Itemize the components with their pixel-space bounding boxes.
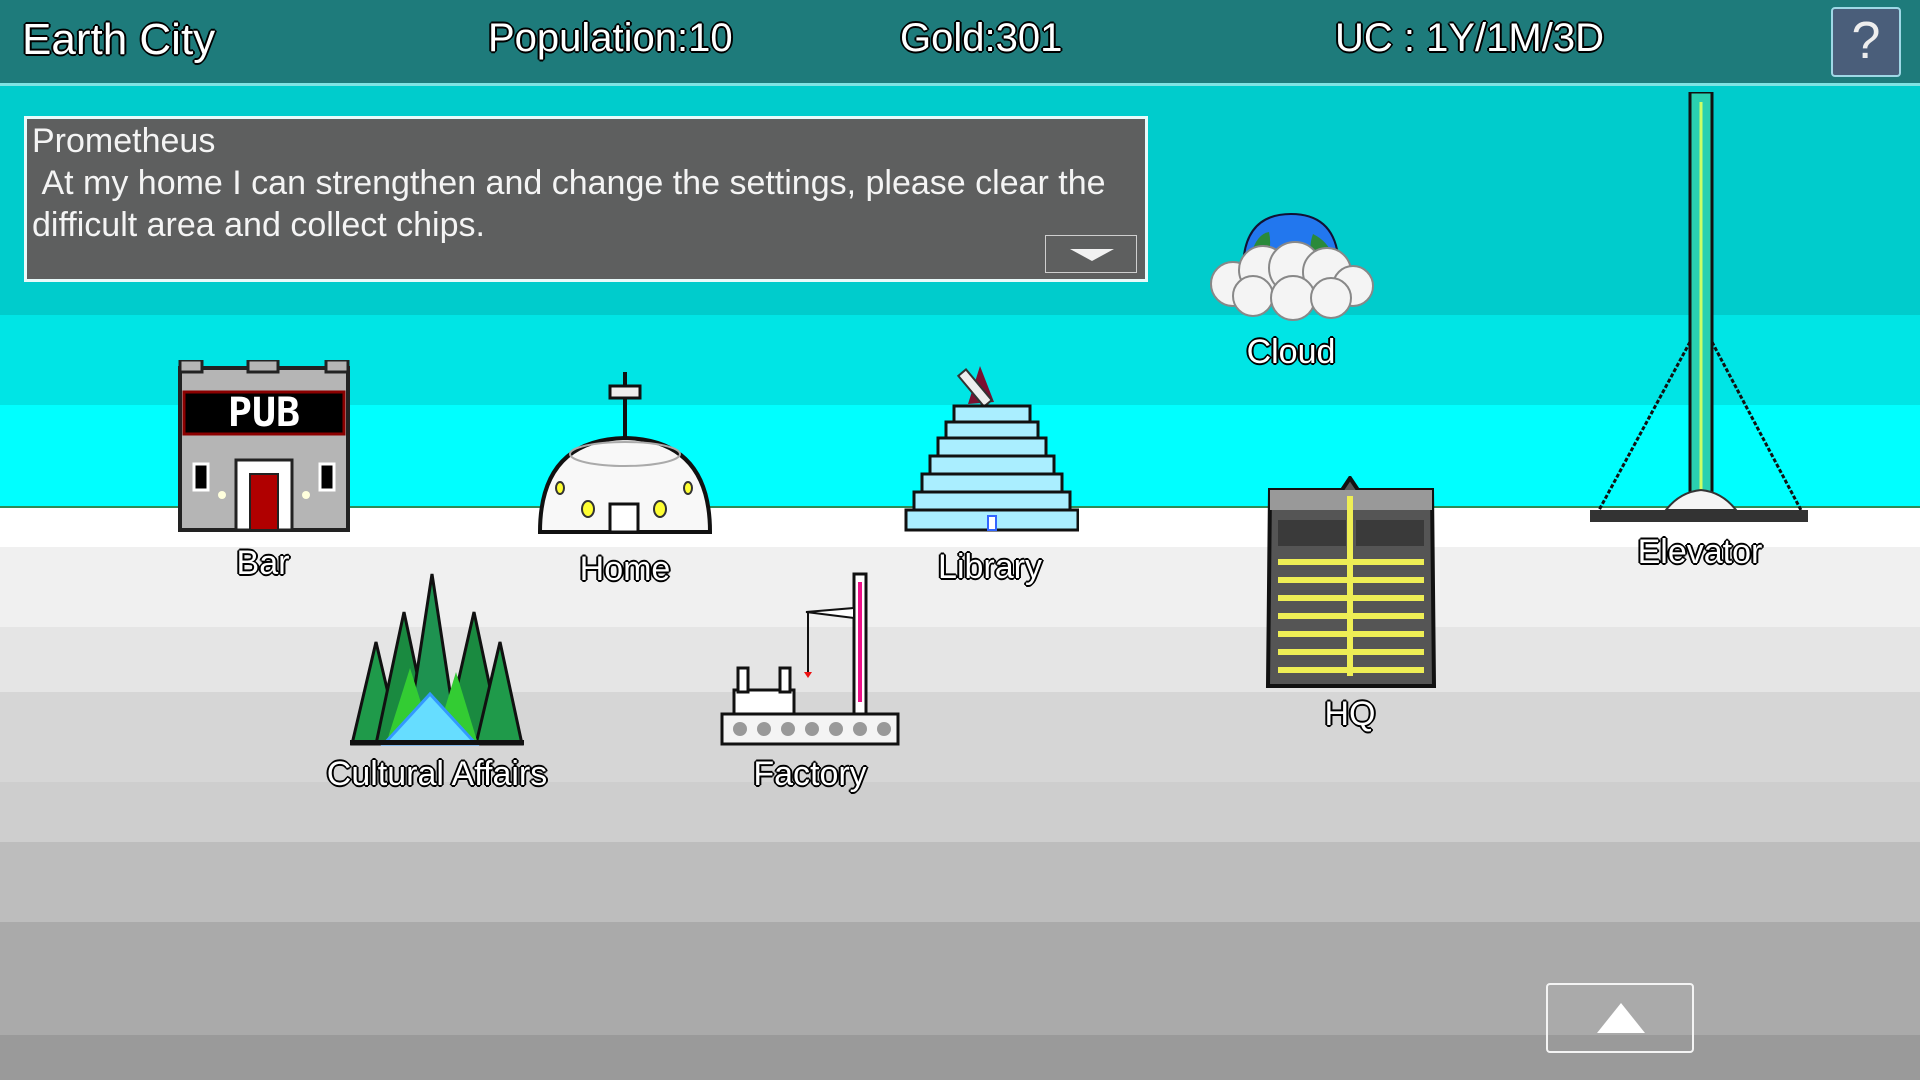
pub-sign-text: PUB bbox=[228, 390, 300, 436]
building-bar[interactable]: PUB Bar bbox=[178, 358, 353, 590]
crane-factory-icon bbox=[720, 572, 900, 746]
scroll-up-button[interactable] bbox=[1546, 983, 1694, 1053]
building-home[interactable]: Home bbox=[536, 372, 716, 592]
population-counter: Population:10 bbox=[488, 16, 733, 60]
ground-band-4 bbox=[0, 692, 1920, 782]
calendar-date: UC : 1Y/1M/3D bbox=[1335, 16, 1604, 60]
building-label-factory: Factory bbox=[753, 755, 867, 793]
question-mark-icon: ? bbox=[1851, 12, 1881, 70]
building-label-library: Library bbox=[938, 548, 1042, 586]
circuit-board-hq-icon bbox=[1265, 474, 1437, 688]
dialog-box[interactable]: Prometheus At my home I can strengthen a… bbox=[24, 116, 1148, 282]
building-factory[interactable]: Factory bbox=[718, 572, 903, 797]
pub-building-icon: PUB bbox=[178, 358, 350, 532]
ground-band-6 bbox=[0, 842, 1920, 922]
globe-on-cloud-icon bbox=[1210, 212, 1374, 321]
building-elevator[interactable]: Elevator bbox=[1590, 90, 1810, 572]
ground-band-3 bbox=[0, 627, 1920, 692]
building-label-hq: HQ bbox=[1324, 695, 1376, 733]
forest-pyramid-icon bbox=[350, 573, 524, 746]
building-label-cultural-affairs: Cultural Affairs bbox=[326, 755, 548, 793]
ground-band-5 bbox=[0, 782, 1920, 842]
space-elevator-tower-icon bbox=[1590, 90, 1808, 522]
building-label-bar: Bar bbox=[236, 544, 290, 582]
city-name: Earth City bbox=[22, 15, 216, 64]
dialog-speaker: Prometheus bbox=[32, 122, 216, 160]
help-button[interactable]: ? bbox=[1831, 7, 1901, 77]
top-bar: Earth City Population:10 Gold:301 UC : 1… bbox=[0, 0, 1920, 86]
gold-counter: Gold:301 bbox=[900, 16, 1063, 60]
building-label-elevator: Elevator bbox=[1637, 533, 1763, 571]
dome-house-icon bbox=[537, 372, 713, 534]
building-hq[interactable]: HQ bbox=[1264, 474, 1439, 741]
building-label-cloud: Cloud bbox=[1246, 333, 1336, 371]
dialog-next-button[interactable] bbox=[1045, 235, 1137, 273]
stepped-pyramid-library-icon bbox=[904, 366, 1080, 532]
building-cultural-affairs[interactable]: Cultural Affairs bbox=[316, 572, 561, 797]
dialog-message: At my home I can strengthen and change t… bbox=[32, 164, 1115, 244]
building-library[interactable]: Library bbox=[904, 362, 1080, 592]
building-cloud[interactable]: Cloud bbox=[1203, 210, 1383, 375]
building-label-home: Home bbox=[579, 550, 671, 588]
